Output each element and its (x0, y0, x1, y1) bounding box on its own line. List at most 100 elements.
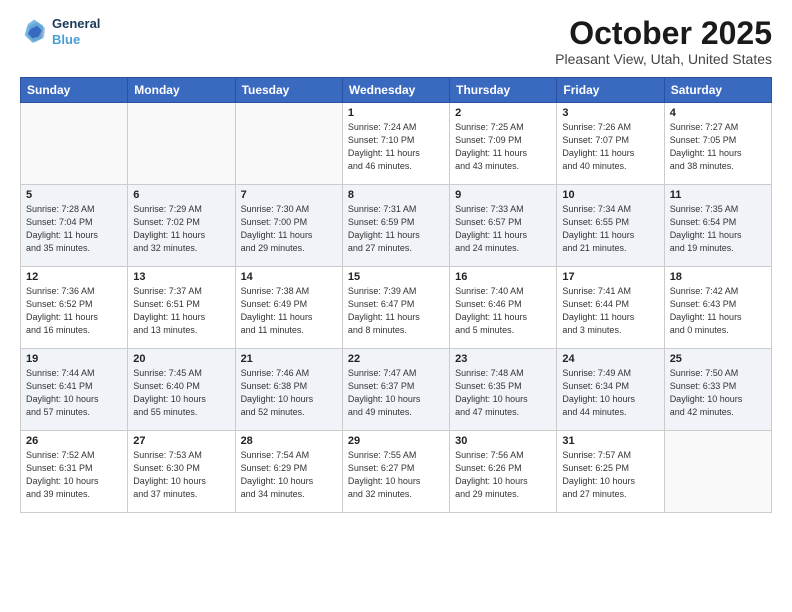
calendar-cell: 20 Sunrise: 7:45 AMSunset: 6:40 PMDayligh… (128, 349, 235, 431)
day-number: 21 (241, 353, 337, 365)
day-info: Sunrise: 7:24 AMSunset: 7:10 PMDaylight:… (348, 121, 444, 173)
calendar-cell: 27 Sunrise: 7:53 AMSunset: 6:30 PMDayligh… (128, 431, 235, 513)
day-number: 7 (241, 189, 337, 201)
day-number: 2 (455, 107, 551, 119)
page: General Blue October 2025 Pleasant View,… (0, 0, 792, 612)
calendar-cell: 21 Sunrise: 7:46 AMSunset: 6:38 PMDayligh… (235, 349, 342, 431)
day-number: 6 (133, 189, 229, 201)
calendar-cell: 16 Sunrise: 7:40 AMSunset: 6:46 PMDayligh… (450, 267, 557, 349)
day-info: Sunrise: 7:40 AMSunset: 6:46 PMDaylight:… (455, 285, 551, 337)
day-number: 10 (562, 189, 658, 201)
logo-line2: Blue (52, 32, 80, 47)
day-number: 1 (348, 107, 444, 119)
calendar-cell: 7Sunrise: 7:30 AMSunset: 7:00 PMDaylight… (235, 185, 342, 267)
day-info: Sunrise: 7:37 AMSunset: 6:51 PMDaylight:… (133, 285, 229, 337)
day-info: Sunrise: 7:47 AMSunset: 6:37 PMDaylight:… (348, 367, 444, 419)
day-info: Sunrise: 7:52 AMSunset: 6:31 PMDaylight:… (26, 449, 122, 501)
calendar-cell: 12Sunrise: 7:36 AMSunset: 6:52 PMDayligh… (21, 267, 128, 349)
day-info: Sunrise: 7:50 AMSunset: 6:33 PMDaylight:… (670, 367, 766, 419)
day-info: Sunrise: 7:56 AMSunset: 6:26 PMDaylight:… (455, 449, 551, 501)
day-number: 24 (562, 353, 658, 365)
day-info: Sunrise: 7:46 AMSunset: 6:38 PMDaylight:… (241, 367, 337, 419)
day-number: 5 (26, 189, 122, 201)
day-info: Sunrise: 7:54 AMSunset: 6:29 PMDaylight:… (241, 449, 337, 501)
calendar-week-row: 1 Sunrise: 7:24 AMSunset: 7:10 PMDaylight… (21, 103, 772, 185)
calendar-cell (235, 103, 342, 185)
day-info: Sunrise: 7:48 AMSunset: 6:35 PMDaylight:… (455, 367, 551, 419)
calendar-header-row: SundayMondayTuesdayWednesdayThursdayFrid… (21, 78, 772, 103)
day-info: Sunrise: 7:31 AMSunset: 6:59 PMDaylight:… (348, 203, 444, 255)
title-block: October 2025 Pleasant View, Utah, United… (555, 16, 772, 67)
calendar-cell: 10 Sunrise: 7:34 AMSunset: 6:55 PMDayligh… (557, 185, 664, 267)
calendar-cell: 17Sunrise: 7:41 AMSunset: 6:44 PMDayligh… (557, 267, 664, 349)
calendar-cell: 2 Sunrise: 7:25 AMSunset: 7:09 PMDaylight… (450, 103, 557, 185)
calendar-cell: 9 Sunrise: 7:33 AMSunset: 6:57 PMDaylight… (450, 185, 557, 267)
day-number: 22 (348, 353, 444, 365)
day-number: 20 (133, 353, 229, 365)
day-info: Sunrise: 7:27 AMSunset: 7:05 PMDaylight:… (670, 121, 766, 173)
day-number: 15 (348, 271, 444, 283)
day-info: Sunrise: 7:35 AMSunset: 6:54 PMDaylight:… (670, 203, 766, 255)
day-number: 27 (133, 435, 229, 447)
day-info: Sunrise: 7:38 AMSunset: 6:49 PMDaylight:… (241, 285, 337, 337)
header: General Blue October 2025 Pleasant View,… (20, 16, 772, 67)
day-info: Sunrise: 7:45 AMSunset: 6:40 PMDaylight:… (133, 367, 229, 419)
day-number: 30 (455, 435, 551, 447)
calendar-week-row: 19 Sunrise: 7:44 AMSunset: 6:41 PMDayligh… (21, 349, 772, 431)
day-info: Sunrise: 7:53 AMSunset: 6:30 PMDaylight:… (133, 449, 229, 501)
day-number: 25 (670, 353, 766, 365)
calendar-cell: 6Sunrise: 7:29 AMSunset: 7:02 PMDaylight… (128, 185, 235, 267)
calendar-day-header: Wednesday (342, 78, 449, 103)
calendar-cell: 5 Sunrise: 7:28 AMSunset: 7:04 PMDaylight… (21, 185, 128, 267)
day-info: Sunrise: 7:42 AMSunset: 6:43 PMDaylight:… (670, 285, 766, 337)
day-number: 29 (348, 435, 444, 447)
calendar-day-header: Monday (128, 78, 235, 103)
day-number: 18 (670, 271, 766, 283)
logo-text: General Blue (52, 16, 100, 47)
location-title: Pleasant View, Utah, United States (555, 51, 772, 67)
day-info: Sunrise: 7:36 AMSunset: 6:52 PMDaylight:… (26, 285, 122, 337)
calendar-cell: 22 Sunrise: 7:47 AMSunset: 6:37 PMDayligh… (342, 349, 449, 431)
calendar-day-header: Friday (557, 78, 664, 103)
calendar-week-row: 12Sunrise: 7:36 AMSunset: 6:52 PMDayligh… (21, 267, 772, 349)
calendar-cell: 18 Sunrise: 7:42 AMSunset: 6:43 PMDayligh… (664, 267, 771, 349)
logo-icon (20, 18, 48, 46)
calendar-week-row: 5 Sunrise: 7:28 AMSunset: 7:04 PMDaylight… (21, 185, 772, 267)
calendar-day-header: Tuesday (235, 78, 342, 103)
calendar-cell: 25 Sunrise: 7:50 AMSunset: 6:33 PMDayligh… (664, 349, 771, 431)
day-info: Sunrise: 7:28 AMSunset: 7:04 PMDaylight:… (26, 203, 122, 255)
calendar-week-row: 26 Sunrise: 7:52 AMSunset: 6:31 PMDayligh… (21, 431, 772, 513)
calendar-cell: 19 Sunrise: 7:44 AMSunset: 6:41 PMDayligh… (21, 349, 128, 431)
calendar-cell (128, 103, 235, 185)
calendar: SundayMondayTuesdayWednesdayThursdayFrid… (20, 77, 772, 513)
day-number: 8 (348, 189, 444, 201)
day-number: 16 (455, 271, 551, 283)
calendar-cell: 15 Sunrise: 7:39 AMSunset: 6:47 PMDayligh… (342, 267, 449, 349)
day-number: 19 (26, 353, 122, 365)
day-info: Sunrise: 7:44 AMSunset: 6:41 PMDaylight:… (26, 367, 122, 419)
calendar-day-header: Sunday (21, 78, 128, 103)
day-info: Sunrise: 7:33 AMSunset: 6:57 PMDaylight:… (455, 203, 551, 255)
day-number: 9 (455, 189, 551, 201)
calendar-cell: 3Sunrise: 7:26 AMSunset: 7:07 PMDaylight… (557, 103, 664, 185)
day-number: 23 (455, 353, 551, 365)
day-info: Sunrise: 7:57 AMSunset: 6:25 PMDaylight:… (562, 449, 658, 501)
day-info: Sunrise: 7:49 AMSunset: 6:34 PMDaylight:… (562, 367, 658, 419)
day-info: Sunrise: 7:34 AMSunset: 6:55 PMDaylight:… (562, 203, 658, 255)
day-number: 13 (133, 271, 229, 283)
calendar-cell (664, 431, 771, 513)
day-number: 17 (562, 271, 658, 283)
day-number: 26 (26, 435, 122, 447)
calendar-cell: 29Sunrise: 7:55 AMSunset: 6:27 PMDayligh… (342, 431, 449, 513)
calendar-cell: 8 Sunrise: 7:31 AMSunset: 6:59 PMDaylight… (342, 185, 449, 267)
day-info: Sunrise: 7:25 AMSunset: 7:09 PMDaylight:… (455, 121, 551, 173)
day-number: 28 (241, 435, 337, 447)
day-number: 14 (241, 271, 337, 283)
calendar-cell: 28 Sunrise: 7:54 AMSunset: 6:29 PMDayligh… (235, 431, 342, 513)
day-info: Sunrise: 7:39 AMSunset: 6:47 PMDaylight:… (348, 285, 444, 337)
calendar-day-header: Saturday (664, 78, 771, 103)
calendar-cell: 4Sunrise: 7:27 AMSunset: 7:05 PMDaylight… (664, 103, 771, 185)
calendar-cell: 26 Sunrise: 7:52 AMSunset: 6:31 PMDayligh… (21, 431, 128, 513)
logo-line1: General (52, 16, 100, 32)
calendar-cell: 30 Sunrise: 7:56 AMSunset: 6:26 PMDayligh… (450, 431, 557, 513)
